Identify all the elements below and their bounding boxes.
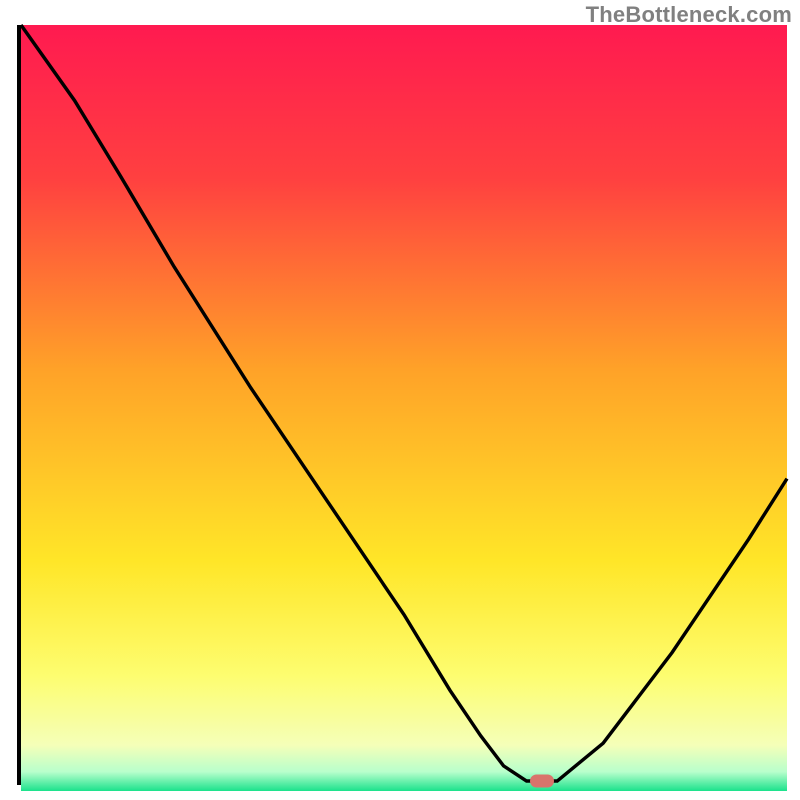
watermark-text: TheBottleneck.com [586, 2, 792, 28]
plot-area [17, 25, 787, 785]
optimal-point-marker [530, 775, 554, 788]
bottleneck-curve [21, 25, 787, 781]
